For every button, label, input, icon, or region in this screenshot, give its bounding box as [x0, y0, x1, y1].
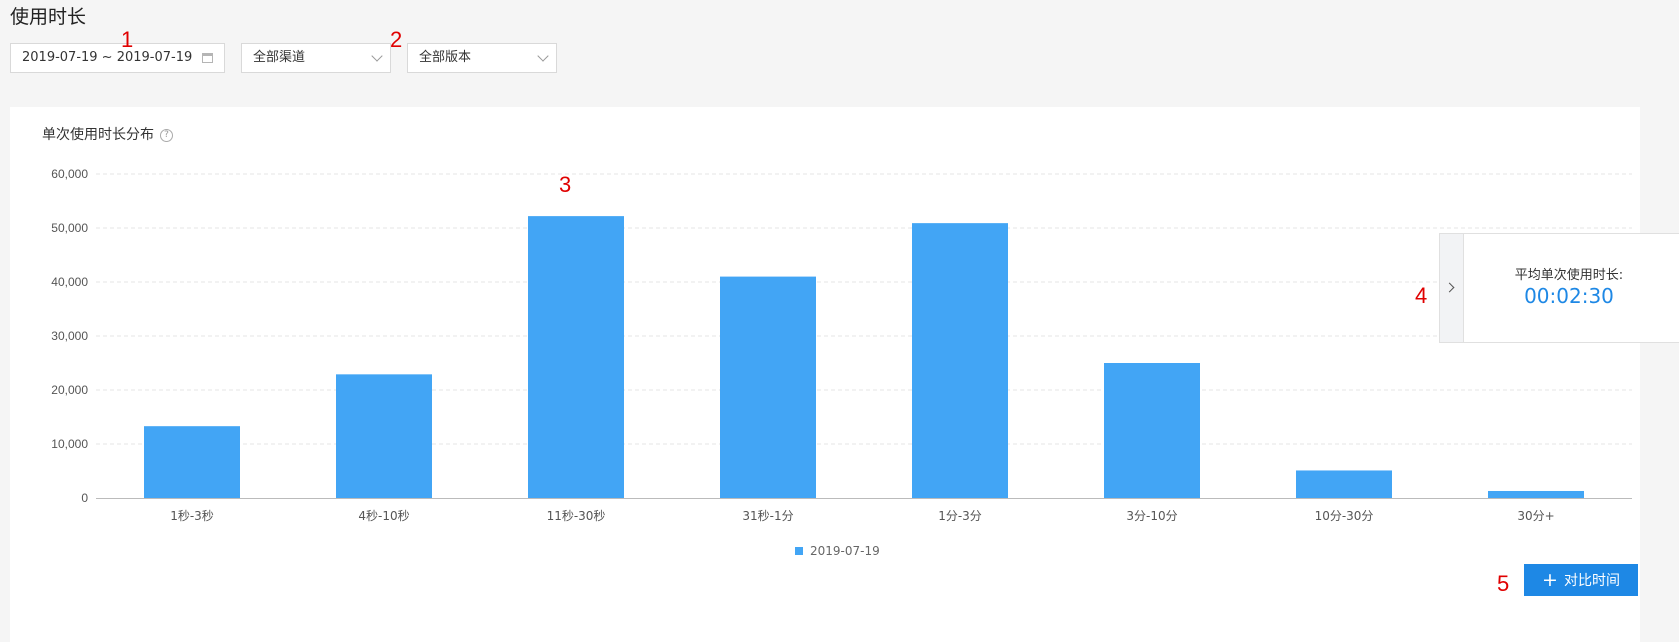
x-tick-label: 1分-3分 [938, 509, 982, 523]
legend-swatch [795, 547, 803, 555]
bar [1296, 470, 1392, 498]
compare-time-button[interactable]: + 对比时间 [1524, 564, 1638, 596]
compare-time-label: 对比时间 [1563, 573, 1620, 589]
y-tick-label: 40,000 [51, 275, 88, 289]
x-tick-label: 3分-10分 [1126, 509, 1177, 523]
bar [144, 426, 240, 498]
bar [336, 374, 432, 498]
y-tick-label: 20,000 [51, 383, 88, 397]
bar [720, 276, 816, 498]
x-tick-label: 31秒-1分 [742, 509, 793, 523]
bar [1488, 490, 1584, 498]
x-tick-label: 10分-30分 [1315, 509, 1374, 523]
legend-label: 2019-07-19 [810, 544, 880, 558]
bar [528, 216, 624, 498]
bar [1104, 363, 1200, 498]
x-tick-label: 1秒-3秒 [170, 509, 214, 523]
chart-legend[interactable]: 2019-07-19 [795, 543, 880, 559]
chevron-right-icon [1444, 282, 1455, 293]
x-tick-label: 30分+ [1517, 509, 1554, 523]
marker-4: 4 [1415, 283, 1428, 308]
y-tick-label: 0 [81, 491, 88, 505]
bar [912, 223, 1008, 498]
x-tick-label: 4秒-10秒 [358, 509, 409, 523]
y-tick-label: 50,000 [51, 221, 88, 235]
marker-5: 5 [1497, 571, 1510, 596]
x-tick-label: 11秒-30秒 [547, 509, 606, 523]
panel-collapse-toggle[interactable] [1440, 234, 1464, 342]
marker-3: 3 [559, 172, 572, 197]
y-tick-label: 30,000 [51, 329, 88, 343]
average-duration-label: 平均单次使用时长: [1514, 268, 1624, 283]
y-tick-label: 10,000 [51, 437, 88, 451]
average-duration-panel: 平均单次使用时长: 00:02:30 [1439, 233, 1679, 343]
average-duration-value: 00:02:30 [1524, 284, 1614, 308]
plus-icon: + [1542, 569, 1558, 591]
y-tick-label: 60,000 [51, 167, 88, 181]
